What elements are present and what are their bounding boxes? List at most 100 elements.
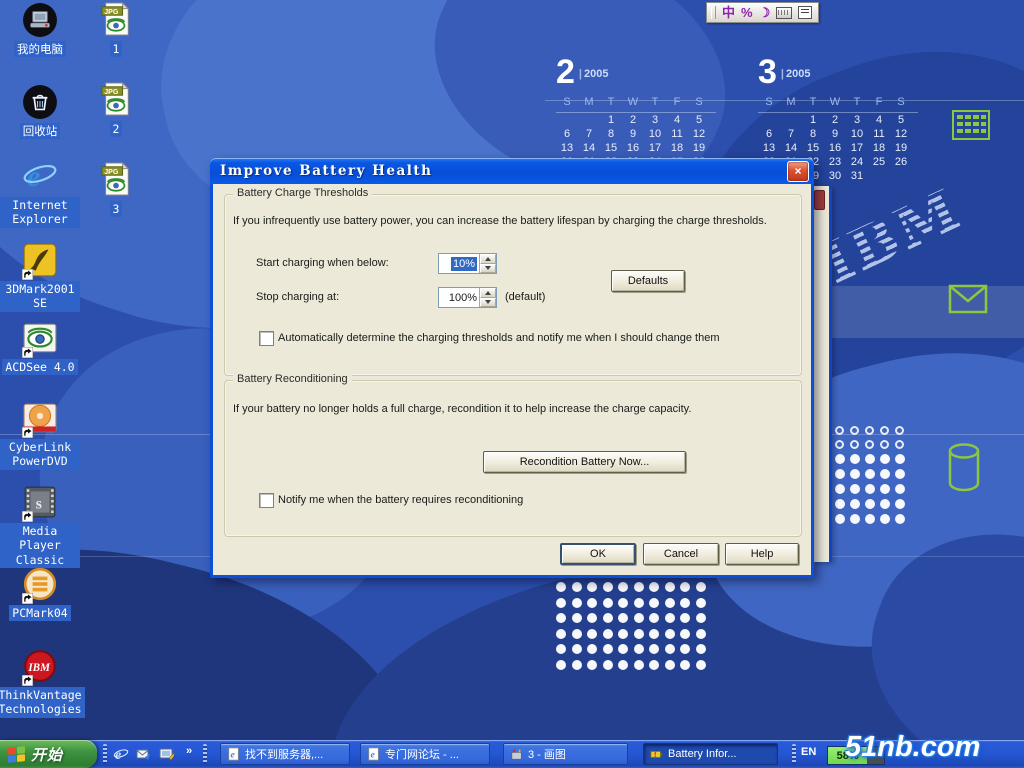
calendar-day: 2 [824, 113, 846, 127]
ime-mode-icon[interactable]: 中 [722, 4, 735, 21]
spin-up-icon[interactable] [480, 288, 496, 298]
start-charging-value[interactable]: 10% [451, 257, 477, 271]
halftone-dot [634, 660, 644, 670]
desktop-icon-label: 回收站 [20, 123, 61, 139]
default-note: (default) [505, 291, 545, 303]
halftone-dot [556, 660, 566, 670]
close-icon[interactable]: × [787, 161, 809, 182]
ime-menu-icon[interactable] [798, 6, 812, 19]
halftone-dot [850, 440, 859, 449]
recondition-battery-button[interactable]: Recondition Battery Now... [483, 451, 686, 473]
halftone-dot [572, 598, 582, 608]
ime-language-bar[interactable]: 中 % ☽ [706, 2, 819, 23]
calendar-day: 11 [868, 127, 890, 141]
task-area-grip[interactable] [203, 744, 207, 764]
quick-launch-grip[interactable] [103, 744, 107, 764]
ie-page-icon: e [227, 747, 241, 761]
halftone-dot [649, 629, 659, 639]
desktop-icon-label: Media Player Classic [0, 523, 80, 568]
desktop-icon-media-player-classic[interactable]: s Media Player Classic [0, 484, 80, 568]
halftone-dot [603, 613, 613, 623]
spin-up-icon[interactable] [480, 254, 496, 264]
spin-down-icon[interactable] [480, 264, 496, 274]
halftone-dot [835, 469, 845, 479]
halftone-dot [835, 454, 845, 464]
desktop-icon-thinkvantage[interactable]: IBM ThinkVantage Technologies [0, 648, 80, 718]
tray-grip[interactable] [792, 744, 796, 764]
calendar-day: 2 [622, 113, 644, 127]
calendar-weekday: M [780, 95, 802, 112]
task-button-label: 3 - 画图 [528, 746, 566, 762]
ok-button[interactable]: OK [560, 543, 636, 565]
start-charging-spinner[interactable]: 10% [438, 253, 497, 274]
quicklaunch-show-desktop[interactable] [158, 744, 176, 764]
calendar-weekday: F [868, 95, 890, 112]
stop-charging-spinner[interactable]: 100% [438, 287, 497, 308]
desktop-icon-label: Internet Explorer [0, 197, 80, 228]
notify-reconditioning-checkbox[interactable] [259, 493, 274, 508]
auto-determine-checkbox[interactable] [259, 331, 274, 346]
desktop-icon-my-computer[interactable]: 我的电脑 [0, 2, 80, 57]
svg-text:JPG: JPG [104, 9, 119, 16]
halftone-dot [880, 454, 890, 464]
calendar-day: 1 [802, 113, 824, 127]
desktop-icon-recycle-bin[interactable]: 回收站 [0, 84, 80, 139]
task-button-server-not-found[interactable]: e 找不到服务器,... [220, 743, 350, 765]
task-button-battery-information[interactable]: ! Battery Infor... [643, 743, 778, 765]
help-button[interactable]: Help [725, 543, 799, 565]
task-button-label: Battery Infor... [668, 748, 736, 760]
halftone-dot [865, 469, 875, 479]
ime-keyboard-icon[interactable] [776, 7, 792, 19]
shortcut-arrow-icon [22, 425, 33, 436]
envelope-icon [948, 284, 988, 314]
spin-down-icon[interactable] [480, 298, 496, 308]
halftone-dot [649, 582, 659, 592]
dialog-titlebar[interactable]: Improve Battery Health × [210, 158, 814, 184]
calendar-weekday: W [824, 95, 846, 112]
stop-charging-label: Stop charging at: [256, 291, 339, 303]
grid-icon [952, 110, 990, 140]
defaults-button[interactable]: Defaults [611, 270, 685, 292]
quick-launch-overflow-chevron[interactable]: » [186, 745, 192, 757]
halftone-dot [696, 660, 706, 670]
desktop-icon-acdsee[interactable]: ACDSee 4.0 [0, 320, 80, 375]
halftone-dot [835, 484, 845, 494]
stop-charging-value[interactable]: 100% [449, 292, 477, 304]
cancel-button[interactable]: Cancel [643, 543, 719, 565]
show-desktop-icon [159, 746, 175, 762]
task-button-forum[interactable]: e 专门网论坛 - ... [360, 743, 490, 765]
ime-fullwidth-icon[interactable]: % [741, 4, 753, 21]
recycle-bin-icon [22, 84, 58, 120]
desktop-icon-jpg-2[interactable]: JPG 2 [86, 80, 146, 137]
calendar-day: 14 [578, 141, 600, 155]
watermark-51nb: 51nb.com [845, 731, 980, 764]
halftone-dot [680, 613, 690, 623]
halftone-dot [850, 514, 860, 524]
calendar-day: 4 [666, 113, 688, 127]
halftone-dot [865, 426, 874, 435]
auto-determine-checkbox-label[interactable]: Automatically determine the charging thr… [278, 332, 788, 344]
halftone-dot [572, 613, 582, 623]
desktop-icon-powerdvd[interactable]: CyberLink PowerDVD [0, 400, 80, 470]
desktop-icon-jpg-1[interactable]: JPG 1 [86, 0, 146, 57]
desktop-icon-label: 3 [110, 201, 123, 217]
calendar-day: 3 [644, 113, 666, 127]
desktop-icon-pcmark04[interactable]: PCMark04 [0, 566, 80, 621]
background-window-edge[interactable] [812, 186, 832, 562]
calendar-day: 12 [890, 127, 912, 141]
quicklaunch-internet-explorer[interactable]: e [112, 744, 130, 764]
ime-grip-handle[interactable] [711, 6, 716, 19]
calendar-day: 6 [556, 127, 578, 141]
dialog-title: Improve Battery Health [220, 163, 432, 179]
language-indicator[interactable]: EN [801, 746, 816, 758]
desktop-icon-jpg-3[interactable]: JPG 3 [86, 160, 146, 217]
desktop-icon-internet-explorer[interactable]: e Internet Explorer [0, 158, 80, 228]
task-button-paint[interactable]: 3 - 画图 [503, 743, 628, 765]
halftone-dot [618, 613, 628, 623]
quicklaunch-outlook-express[interactable] [135, 744, 153, 764]
dot-pattern-bottom [556, 582, 706, 670]
start-button[interactable]: 开始 [0, 740, 97, 768]
desktop-icon-3dmark2001[interactable]: 3DMark2001 SE [0, 242, 80, 312]
ime-punctuation-icon[interactable]: ☽ [759, 4, 771, 21]
notify-reconditioning-checkbox-label[interactable]: Notify me when the battery requires reco… [278, 494, 788, 506]
